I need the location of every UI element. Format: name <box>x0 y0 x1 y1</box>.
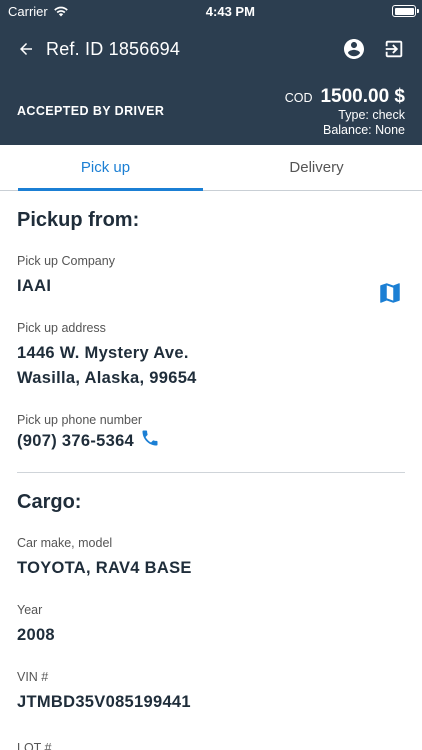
pickup-company-field: Pick up Company IAAI <box>17 254 405 303</box>
pickup-address-line1: 1446 W. Mystery Ave. <box>17 344 189 362</box>
pickup-section-title: Pickup from: <box>17 209 140 231</box>
vin-field: VIN # JTMBD35V085199441 <box>17 670 405 715</box>
pickup-company-value: IAAI <box>17 277 52 295</box>
vin-value: JTMBD35V085199441 <box>17 693 191 711</box>
pickup-address-label: Pick up address <box>17 321 106 335</box>
pickup-company-label: Pick up Company <box>17 254 115 268</box>
status-bar: Carrier 4:43 PM <box>0 0 422 22</box>
lot-field: LOT # 23146911 <box>17 741 405 750</box>
arrow-left-icon <box>20 43 32 55</box>
account-circle-icon <box>344 39 364 59</box>
top-app-bar: Ref. ID 1856694 <box>0 22 422 76</box>
car-make-value: TOYOTA, RAV4 BASE <box>17 559 192 577</box>
cod-summary: COD 1500.00 $ Type: check Balance: None <box>285 86 405 138</box>
pickup-content: Pickup from: Pick up Company IAAI Pick u… <box>0 209 422 750</box>
phone-icon[interactable] <box>140 428 160 448</box>
wifi-icon <box>53 6 68 17</box>
clock: 4:43 PM <box>205 3 255 19</box>
pickup-address-field: Pick up address 1446 W. Mystery Ave. Was… <box>17 321 405 391</box>
order-header: Ref. ID 1856694 ACCEPTED BY DRIVER COD 1… <box>0 22 422 145</box>
logout-icon <box>385 40 403 58</box>
back-button[interactable] <box>14 37 38 61</box>
year-value: 2008 <box>17 626 55 644</box>
logout-button[interactable] <box>380 35 408 63</box>
lot-label: LOT # <box>17 741 52 750</box>
cod-line: COD 1500.00 $ <box>285 86 405 108</box>
page-title: Ref. ID 1856694 <box>46 38 181 59</box>
battery-icon <box>392 5 419 17</box>
carrier-label: Carrier <box>8 3 48 19</box>
payment-balance: Balance: None <box>322 123 405 137</box>
year-field: Year 2008 <box>17 603 405 648</box>
status-badge: ACCEPTED BY DRIVER <box>17 104 165 118</box>
cargo-section-title: Cargo: <box>17 491 82 513</box>
vin-label: VIN # <box>17 670 49 684</box>
pickup-address-line2: Wasilla, Alaska, 99654 <box>17 369 197 387</box>
pickup-phone-label: Pick up phone number <box>17 413 143 427</box>
pickup-phone-value[interactable]: (907) 376-5364 <box>17 429 134 454</box>
pickup-phone-field: Pick up phone number (907) 376-5364 <box>17 413 405 454</box>
map-icon[interactable] <box>377 280 403 306</box>
cod-prefix: COD <box>284 91 313 105</box>
car-make-label: Car make, model <box>17 536 113 550</box>
payment-type: Type: check <box>338 108 405 122</box>
status-bar-left: Carrier <box>8 4 69 19</box>
tab-bar: Pick up Delivery <box>0 145 422 191</box>
account-button[interactable] <box>340 35 368 63</box>
order-status-row: ACCEPTED BY DRIVER COD 1500.00 $ Type: c… <box>17 86 405 138</box>
cod-amount: 1500.00 $ <box>320 86 405 107</box>
tab-pickup[interactable]: Pick up <box>0 145 211 191</box>
tab-delivery[interactable]: Delivery <box>211 145 422 190</box>
car-make-field: Car make, model TOYOTA, RAV4 BASE <box>17 536 405 581</box>
year-label: Year <box>17 603 43 617</box>
pickup-phone-row: (907) 376-5364 <box>17 427 405 454</box>
section-divider <box>17 472 405 473</box>
